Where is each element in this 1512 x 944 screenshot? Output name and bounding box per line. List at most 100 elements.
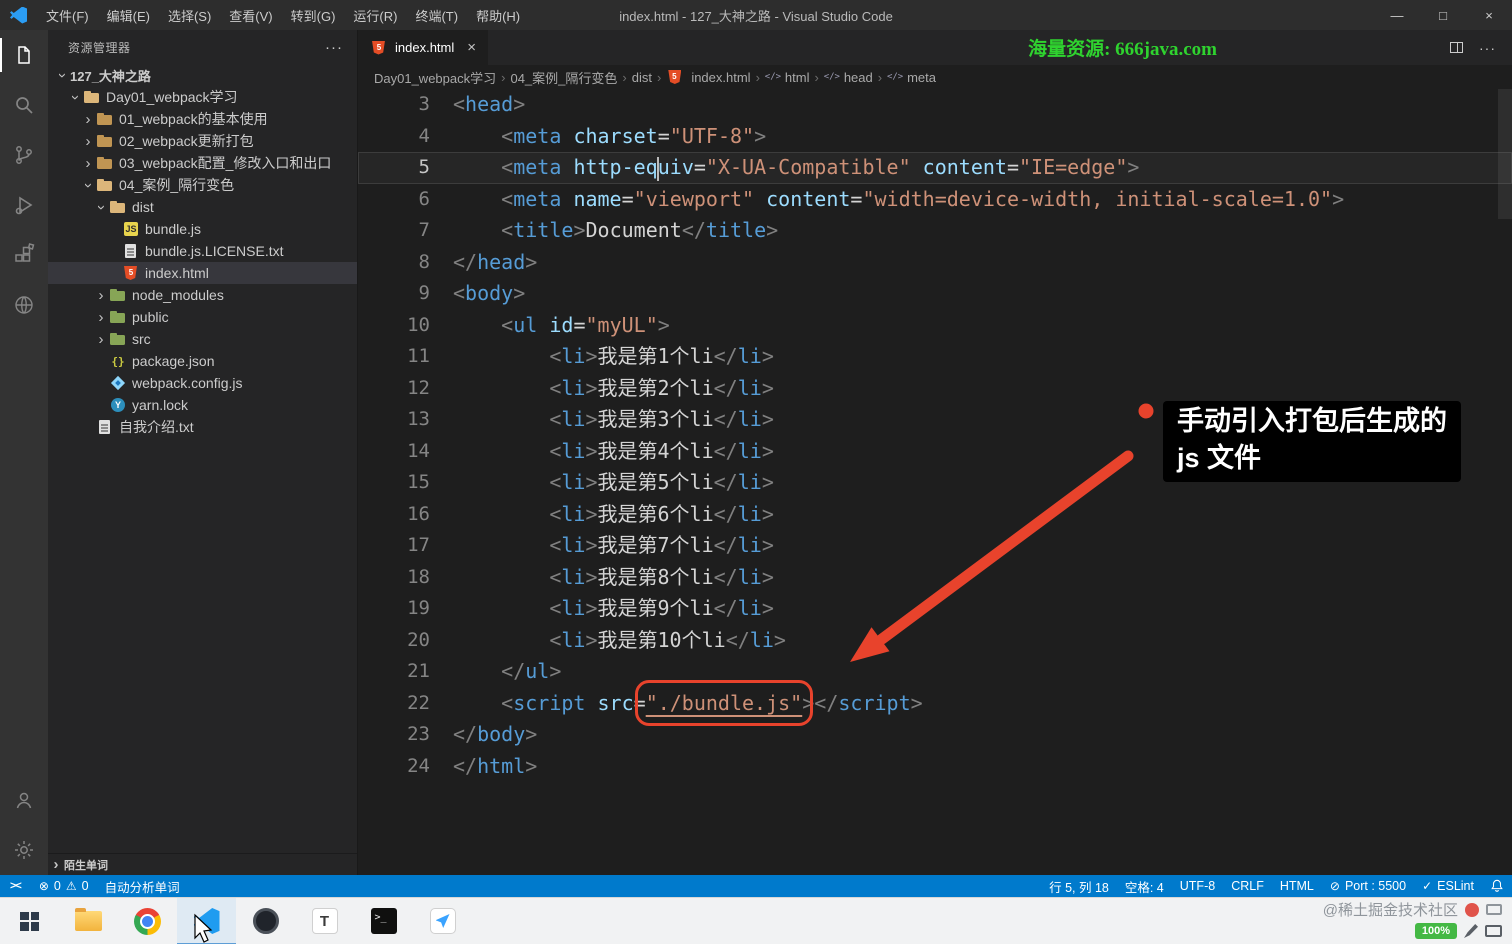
breadcrumb-item[interactable]: index.html	[666, 69, 750, 85]
code-line-11[interactable]: 11 <li>我是第1个li</li>	[358, 341, 1512, 373]
code-line-17[interactable]: 17 <li>我是第7个li</li>	[358, 530, 1512, 562]
code-token: 我是第9个li	[597, 596, 714, 620]
maximize-button[interactable]: □	[1420, 0, 1466, 30]
code-token: </	[453, 722, 478, 746]
line-number: 10	[407, 313, 430, 336]
more-actions-icon[interactable]: ···	[1479, 40, 1496, 56]
code-line-8[interactable]: 8 </head>	[358, 247, 1512, 279]
source-control-icon[interactable]	[0, 130, 48, 180]
sidebar-section-words[interactable]: 陌生单词	[48, 853, 357, 875]
search-icon[interactable]	[0, 80, 48, 130]
tab-index-html[interactable]: index.html ×	[358, 30, 489, 65]
messenger-app-icon[interactable]	[413, 898, 472, 944]
code-line-24[interactable]: 24 </html>	[358, 751, 1512, 783]
tree-item[interactable]: dist	[48, 196, 357, 218]
code-line-12[interactable]: 12 <li>我是第2个li</li>	[358, 373, 1512, 405]
vscode-logo-icon[interactable]	[10, 6, 27, 24]
tree-item[interactable]: 自我介绍.txt	[48, 416, 357, 438]
menu-item-1[interactable]: 文件(F)	[37, 0, 98, 30]
tree-item[interactable]: yarn.lock	[48, 394, 357, 416]
tree-item[interactable]: index.html	[48, 262, 357, 284]
encoding[interactable]: UTF-8	[1172, 875, 1223, 897]
code-line-21[interactable]: 21 </ul>	[358, 656, 1512, 688]
tree-item[interactable]: 01_webpack的基本使用	[48, 108, 357, 130]
code-line-3[interactable]: 3 <head>	[358, 89, 1512, 121]
code-line-22[interactable]: 22 <script src="./bundle.js"></script>	[358, 679, 1512, 726]
vscode-taskbar-icon[interactable]	[177, 897, 236, 944]
settings-gear-icon[interactable]	[0, 825, 48, 875]
explorer-icon[interactable]	[0, 30, 48, 80]
menu-item-3[interactable]: 选择(S)	[159, 0, 220, 30]
code-line-7[interactable]: 7 <title>Document</title>	[358, 215, 1512, 247]
breadcrumb-item[interactable]: dist	[632, 70, 652, 85]
notifications-bell-icon[interactable]	[1482, 875, 1512, 897]
run-debug-icon[interactable]	[0, 180, 48, 230]
chrome-icon[interactable]	[118, 898, 177, 944]
problems-indicator[interactable]: ⊗ 0 ⚠ 0	[31, 875, 97, 897]
code-line-23[interactable]: 23 </body>	[358, 719, 1512, 751]
breadcrumb-item[interactable]: Day01_webpack学习	[374, 68, 496, 87]
pen-icon[interactable]	[1464, 924, 1478, 938]
cursor-position[interactable]: 行 5, 列 18	[1041, 875, 1117, 897]
html-icon	[122, 265, 140, 281]
code-line-5[interactable]: 5 <meta http-equiv="X-UA-Compatible" con…	[358, 152, 1512, 184]
breadcrumb-item[interactable]: 04_案例_隔行变色	[510, 68, 617, 87]
tree-item[interactable]: package.json	[48, 350, 357, 372]
tree-item[interactable]: Day01_webpack学习	[48, 86, 357, 108]
menu-item-6[interactable]: 运行(R)	[344, 0, 406, 30]
code-line-19[interactable]: 19 <li>我是第9个li</li>	[358, 593, 1512, 625]
close-button[interactable]: ×	[1466, 0, 1512, 30]
menu-item-8[interactable]: 帮助(H)	[467, 0, 529, 30]
code-line-10[interactable]: 10 <ul id="myUL">	[358, 310, 1512, 342]
code-line-20[interactable]: 20 <li>我是第10个li</li>	[358, 625, 1512, 657]
eol-sequence[interactable]: CRLF	[1223, 875, 1272, 897]
extensions-icon[interactable]	[0, 230, 48, 280]
tree-item[interactable]: public	[48, 306, 357, 328]
file-explorer-icon[interactable]	[59, 898, 118, 944]
account-icon[interactable]	[0, 775, 48, 825]
code-line-4[interactable]: 4 <meta charset="UTF-8">	[358, 121, 1512, 153]
typora-icon[interactable]	[295, 898, 354, 944]
breadcrumb-item[interactable]: html	[765, 69, 810, 85]
remote-indicator[interactable]: ><	[0, 875, 31, 897]
tree-item[interactable]: 127_大神之路	[48, 64, 357, 86]
indentation[interactable]: 空格: 4	[1117, 875, 1172, 897]
tree-item[interactable]: webpack.config.js	[48, 372, 357, 394]
live-server-port[interactable]: ⊘ Port : 5500	[1322, 875, 1414, 897]
tree-item[interactable]: node_modules	[48, 284, 357, 306]
code-line-6[interactable]: 6 <meta name="viewport" content="width=d…	[358, 184, 1512, 216]
sidebar-more-icon[interactable]: ···	[325, 39, 343, 56]
tree-item[interactable]: bundle.js.LICENSE.txt	[48, 240, 357, 262]
monitor-icon[interactable]	[1485, 925, 1502, 937]
language-mode[interactable]: HTML	[1272, 875, 1322, 897]
menu-item-2[interactable]: 编辑(E)	[98, 0, 159, 30]
minimize-button[interactable]: —	[1374, 0, 1420, 30]
tree-item[interactable]: 02_webpack更新打包	[48, 130, 357, 152]
editor-scrollbar[interactable]	[1498, 89, 1512, 219]
breadcrumb-label: meta	[907, 69, 936, 85]
clock-app-icon[interactable]	[236, 898, 295, 944]
battery-indicator[interactable]: 100%	[1414, 923, 1457, 939]
menu-item-5[interactable]: 转到(G)	[282, 0, 345, 30]
breadcrumb-item[interactable]: head	[824, 69, 873, 85]
code-line-9[interactable]: 9 <body>	[358, 278, 1512, 310]
tree-item[interactable]: src	[48, 328, 357, 350]
word-analysis-status[interactable]: 自动分析单词	[97, 875, 188, 897]
eslint-status[interactable]: ✓ ESLint	[1414, 875, 1482, 897]
start-button[interactable]	[0, 898, 59, 944]
tree-item[interactable]: bundle.js	[48, 218, 357, 240]
line-number: 22	[407, 691, 430, 714]
tab-close-icon[interactable]: ×	[467, 39, 476, 56]
breadcrumb-item[interactable]: meta	[887, 69, 936, 85]
code-line-16[interactable]: 16 <li>我是第6个li</li>	[358, 499, 1512, 531]
terminal-icon[interactable]	[354, 898, 413, 944]
code-line-18[interactable]: 18 <li>我是第8个li</li>	[358, 562, 1512, 594]
menu-item-4[interactable]: 查看(V)	[220, 0, 281, 30]
split-editor-icon[interactable]	[1450, 42, 1463, 53]
tree-item[interactable]: 03_webpack配置_修改入口和出口	[48, 152, 357, 174]
code-editor[interactable]: 3 <head> 4 <meta charset="UTF-8"> 5 <meta h…	[358, 89, 1512, 875]
menu-item-7[interactable]: 终端(T)	[406, 0, 467, 30]
tree-item[interactable]: 04_案例_隔行变色	[48, 174, 357, 196]
live-preview-icon[interactable]	[0, 280, 48, 330]
